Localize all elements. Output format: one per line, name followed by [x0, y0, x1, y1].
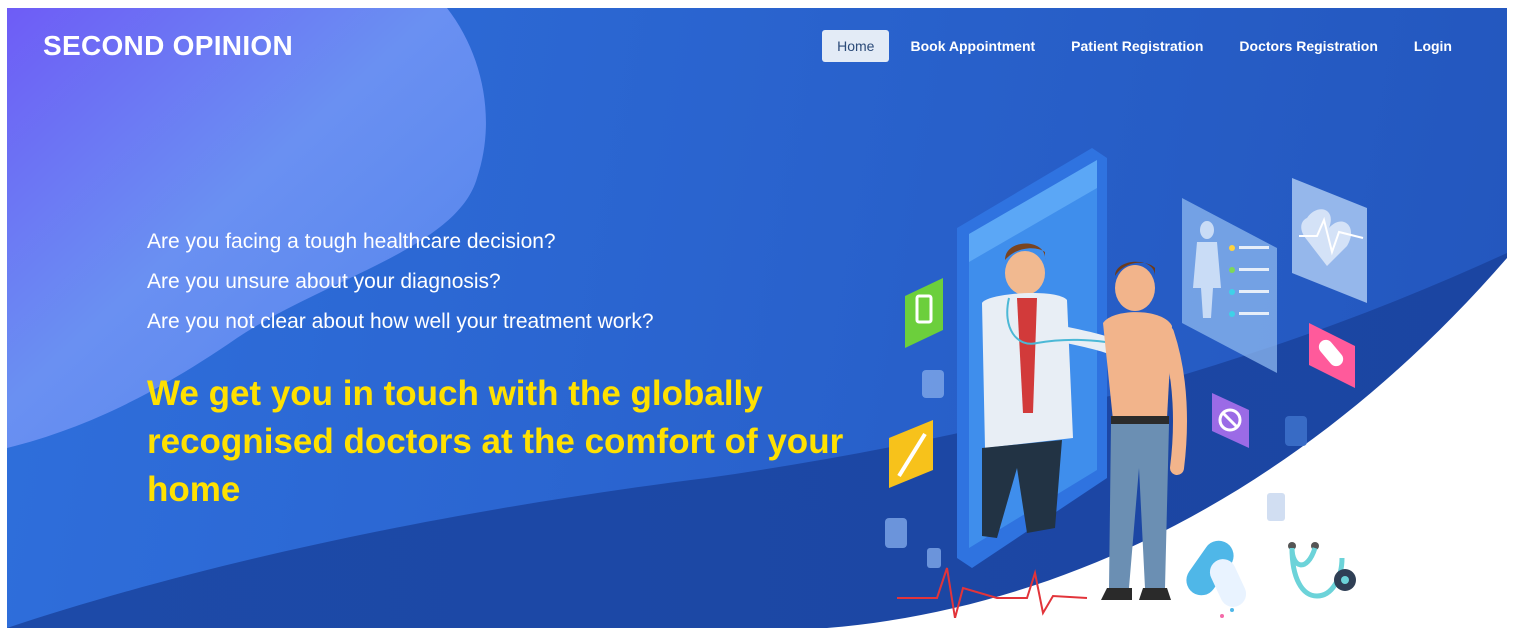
- decorative-tile: [927, 548, 941, 568]
- body-scan-icon: [1182, 198, 1277, 373]
- decorative-tile: [1285, 416, 1307, 446]
- nav-doctors-registration[interactable]: Doctors Registration: [1224, 30, 1392, 62]
- hero-question: Are you not clear about how well your tr…: [147, 310, 654, 333]
- stethoscope-icon: [1288, 542, 1356, 599]
- hero-questions: Are you facing a tough healthcare decisi…: [147, 222, 654, 342]
- syringe-icon: [889, 420, 933, 488]
- main-nav: Home Book Appointment Patient Registrati…: [822, 30, 1467, 62]
- capsule-icon: [1186, 540, 1247, 618]
- nav-login[interactable]: Login: [1399, 30, 1467, 62]
- ecg-line: [897, 567, 1088, 618]
- heartbeat-icon: [1292, 178, 1367, 303]
- hero-section: SECOND OPINION Home Book Appointment Pat…: [7, 8, 1507, 628]
- hero-question: Are you facing a tough healthcare decisi…: [147, 230, 556, 253]
- medicine-bottle-icon: [905, 278, 943, 348]
- decorative-tile: [1267, 493, 1285, 521]
- nav-patient-registration[interactable]: Patient Registration: [1056, 30, 1218, 62]
- telemedicine-illustration: [885, 148, 1367, 618]
- nav-book-appointment[interactable]: Book Appointment: [895, 30, 1050, 62]
- decorative-tile: [922, 370, 944, 398]
- hero-question: Are you unsure about your diagnosis?: [147, 270, 501, 293]
- decorative-tile: [885, 518, 907, 548]
- page: SECOND OPINION Home Book Appointment Pat…: [0, 0, 1514, 628]
- patient-icon: [1101, 261, 1187, 600]
- nav-home[interactable]: Home: [822, 30, 890, 62]
- hero-headline: We get you in touch with the globally re…: [147, 374, 844, 509]
- brand-logo[interactable]: SECOND OPINION: [43, 30, 293, 62]
